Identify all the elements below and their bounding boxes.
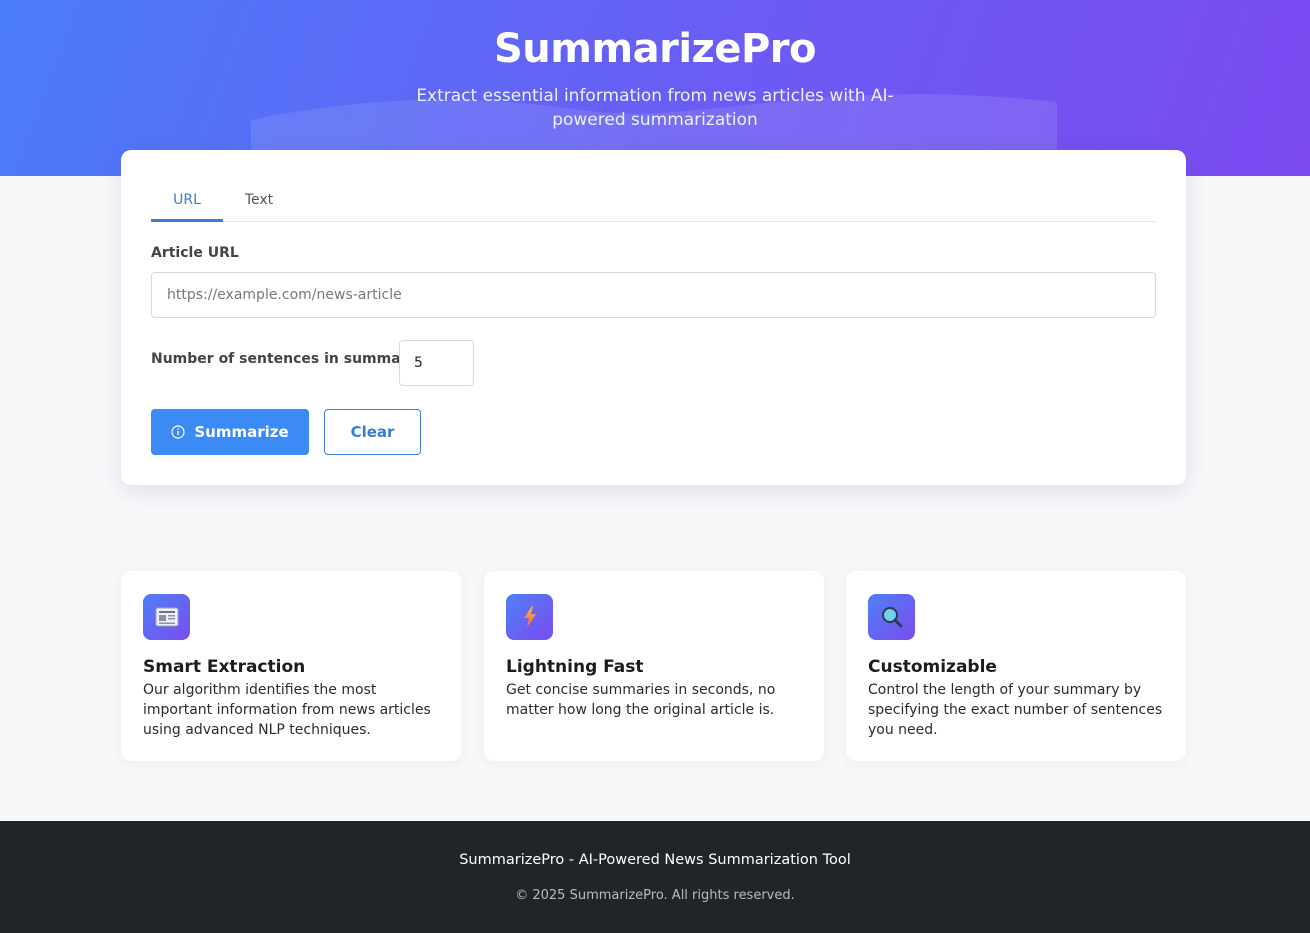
feature-title: Lightning Fast xyxy=(506,657,644,677)
feature-title: Smart Extraction xyxy=(143,657,306,677)
newspaper-icon xyxy=(143,594,190,640)
feature-description: Get concise summaries in seconds, no mat… xyxy=(506,682,776,718)
app-title: SummarizePro xyxy=(493,26,817,72)
footer-tagline: SummarizePro - AI-Powered News Summariza… xyxy=(459,852,851,868)
lightning-icon xyxy=(506,594,553,640)
clear-button[interactable]: Clear xyxy=(324,409,421,455)
article-url-input[interactable] xyxy=(151,272,1156,318)
sentence-count-input[interactable] xyxy=(399,340,474,386)
feature-card-smart-extraction: Smart Extraction Our algorithm identifie… xyxy=(121,571,461,761)
tab-text[interactable]: Text xyxy=(223,180,295,222)
info-circle-icon xyxy=(171,425,185,439)
footer-copyright: © 2025 SummarizePro. All rights reserved… xyxy=(515,888,795,903)
app-subtitle: Extract essential information from news … xyxy=(416,86,894,130)
feature-description: Control the length of your summary by sp… xyxy=(868,682,1163,738)
input-mode-tabs: URL Text xyxy=(151,180,1156,222)
feature-title: Customizable xyxy=(868,657,997,677)
tab-url[interactable]: URL xyxy=(151,180,223,222)
sentence-count-label: Number of sentences in summary: xyxy=(151,351,423,367)
page-footer: SummarizePro - AI-Powered News Summariza… xyxy=(0,821,1310,933)
feature-description: Our algorithm identifies the most import… xyxy=(143,682,431,738)
feature-card-customizable: Customizable Control the length of your … xyxy=(846,571,1186,761)
summarize-form-card: URL Text Article URL Number of sentences… xyxy=(121,150,1186,485)
article-url-label: Article URL xyxy=(151,245,239,261)
magnifier-icon xyxy=(868,594,915,640)
feature-card-lightning-fast: Lightning Fast Get concise summaries in … xyxy=(484,571,824,761)
summarize-button-label: Summarize xyxy=(194,423,289,441)
summarize-button[interactable]: Summarize xyxy=(151,409,309,455)
